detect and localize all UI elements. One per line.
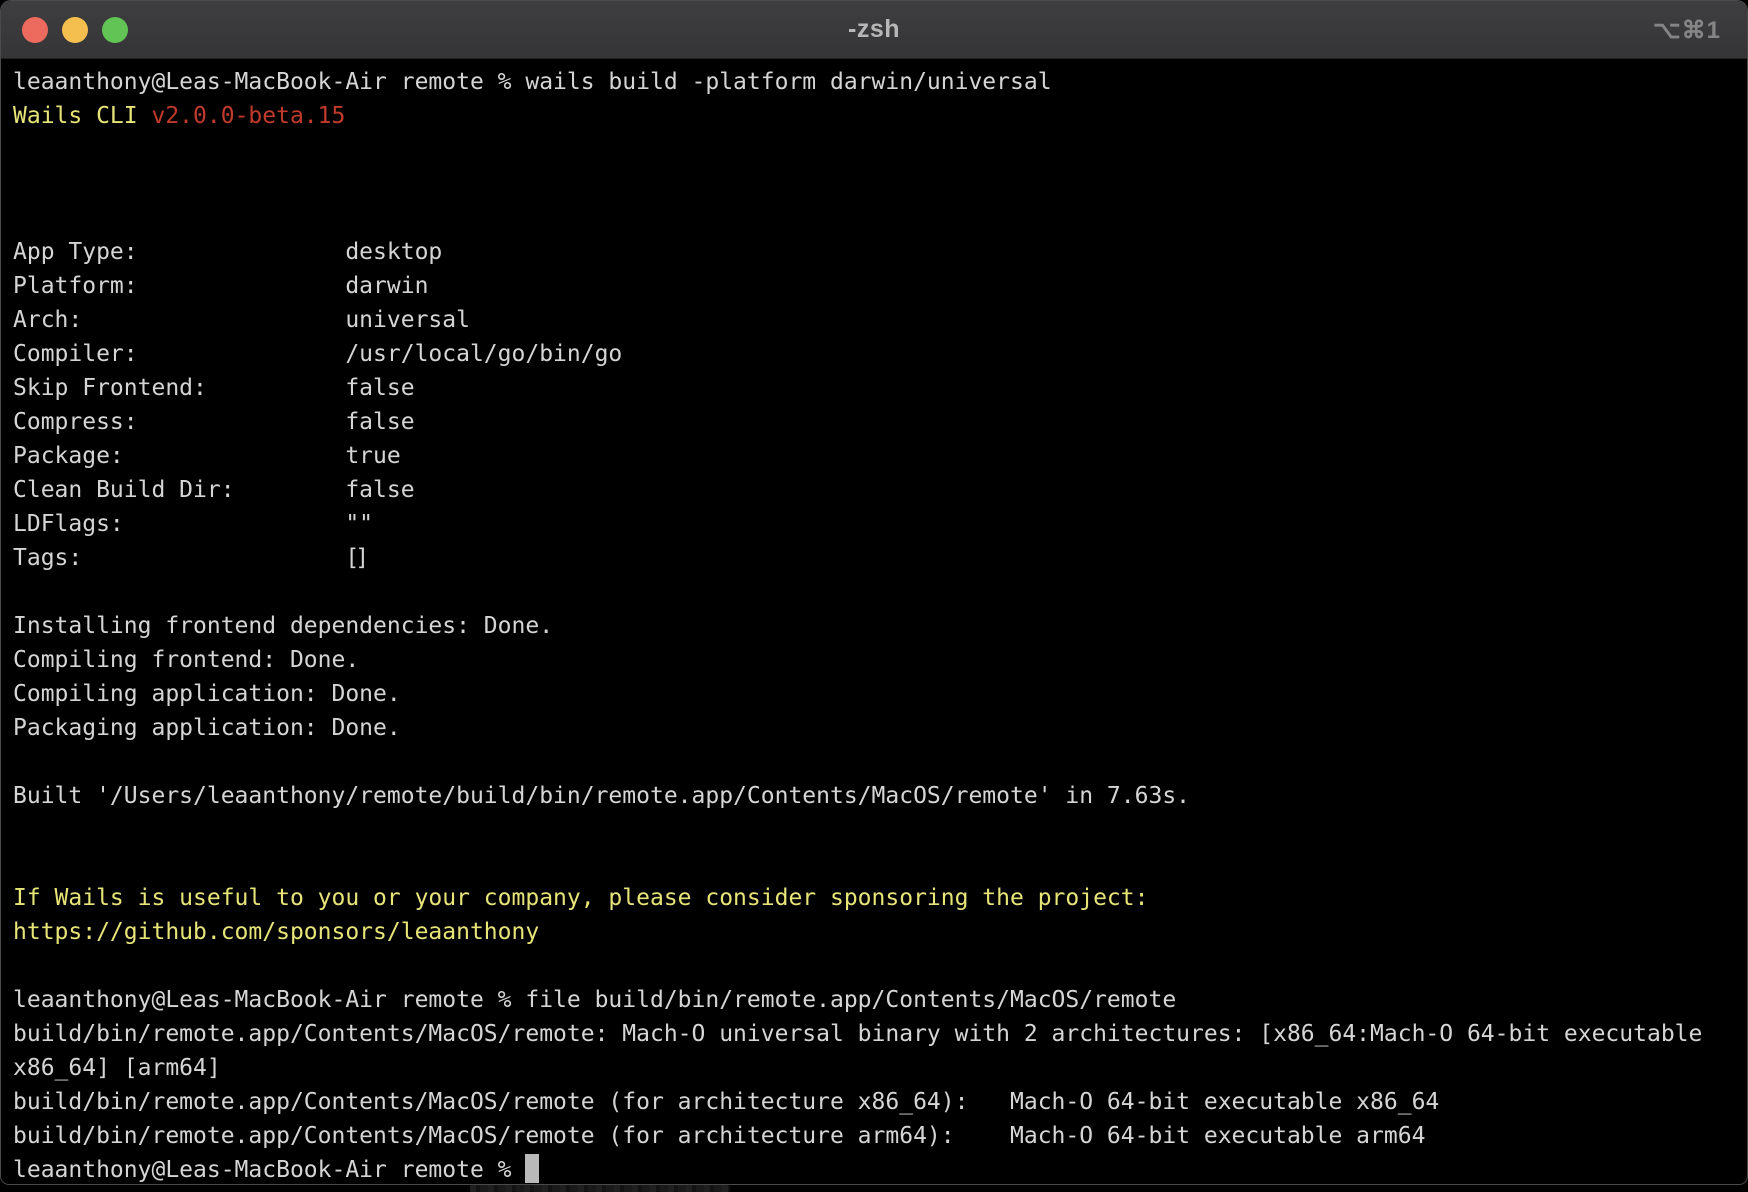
terminal-text-segment: build/bin/remote.app/Contents/MacOS/remo… (13, 1021, 1702, 1047)
terminal-text-segment: Built '/Users/leaanthony/remote/build/bi… (13, 783, 1190, 809)
terminal-window: -zsh ⌥⌘1 leaanthony@Leas-MacBook-Air rem… (0, 0, 1748, 1185)
minimize-button-icon[interactable] (62, 17, 88, 43)
terminal-text-segment: Compress: false (13, 409, 415, 435)
terminal-text-segment: leaanthony@Leas-MacBook-Air remote % fil… (13, 987, 1176, 1013)
terminal-line: Wails CLI v2.0.0-beta.15 (13, 99, 1747, 133)
terminal-line: https://github.com/sponsors/leaanthony (13, 915, 1747, 949)
terminal-line: Built '/Users/leaanthony/remote/build/bi… (13, 779, 1747, 813)
desktop: -zsh ⌥⌘1 leaanthony@Leas-MacBook-Air rem… (0, 0, 1748, 1192)
terminal-line: build/bin/remote.app/Contents/MacOS/remo… (13, 1119, 1747, 1153)
terminal-line (13, 949, 1747, 983)
terminal-line: Compiler: /usr/local/go/bin/go (13, 337, 1747, 371)
terminal-text-segment: Wails CLI (13, 103, 151, 129)
terminal-line (13, 167, 1747, 201)
terminal-text-segment: Clean Build Dir: false (13, 477, 415, 503)
terminal-line (13, 133, 1747, 167)
terminal-line: leaanthony@Leas-MacBook-Air remote % (13, 1153, 1747, 1185)
terminal-line: Compiling frontend: Done. (13, 643, 1747, 677)
terminal-line: Compiling application: Done. (13, 677, 1747, 711)
terminal-line: If Wails is useful to you or your compan… (13, 881, 1747, 915)
zoom-button-icon[interactable] (102, 17, 128, 43)
terminal-text-segment: leaanthony@Leas-MacBook-Air remote % wai… (13, 69, 1052, 95)
terminal-text-segment: build/bin/remote.app/Contents/MacOS/remo… (13, 1123, 1425, 1149)
terminal-line (13, 745, 1747, 779)
terminal-line (13, 201, 1747, 235)
terminal-line: Platform: darwin (13, 269, 1747, 303)
terminal-line: Installing frontend dependencies: Done. (13, 609, 1747, 643)
terminal-text-segment: If Wails is useful to you or your compan… (13, 885, 1148, 911)
terminal-text-segment: [] (345, 545, 369, 571)
terminal-line (13, 847, 1747, 881)
window-shortcut-badge: ⌥⌘1 (1653, 1, 1721, 59)
window-titlebar[interactable]: -zsh ⌥⌘1 (1, 1, 1747, 59)
terminal-text-segment: App Type: desktop (13, 239, 442, 265)
terminal-line: Clean Build Dir: false (13, 473, 1747, 507)
terminal-line: leaanthony@Leas-MacBook-Air remote % wai… (13, 65, 1747, 99)
terminal-text-segment: Compiling application: Done. (13, 681, 401, 707)
terminal-text-segment: build/bin/remote.app/Contents/MacOS/remo… (13, 1089, 1439, 1115)
terminal-text-segment: Packaging application: Done. (13, 715, 401, 741)
terminal-text-segment: Platform: darwin (13, 273, 428, 299)
terminal-line (13, 813, 1747, 847)
terminal-text-segment: Tags: (13, 545, 345, 571)
terminal-text-segment: Package: true (13, 443, 401, 469)
terminal-line: build/bin/remote.app/Contents/MacOS/remo… (13, 1017, 1747, 1051)
background-window-sliver (470, 1185, 730, 1192)
terminal-text-segment: https://github.com/sponsors/leaanthony (13, 919, 539, 945)
window-title: -zsh (1, 15, 1747, 44)
terminal-line: Arch: universal (13, 303, 1747, 337)
terminal-screen[interactable]: leaanthony@Leas-MacBook-Air remote % wai… (1, 60, 1747, 1184)
terminal-text-segment: v2.0.0-beta.15 (151, 103, 345, 129)
terminal-line: App Type: desktop (13, 235, 1747, 269)
terminal-line: Packaging application: Done. (13, 711, 1747, 745)
terminal-text-segment: x86_64] [arm64] (13, 1055, 221, 1081)
terminal-text-segment: Compiling frontend: Done. (13, 647, 359, 673)
terminal-text-segment: Installing frontend dependencies: Done. (13, 613, 553, 639)
terminal-text-segment: Arch: universal (13, 307, 470, 333)
terminal-text-segment: leaanthony@Leas-MacBook-Air remote % (13, 1157, 525, 1183)
traffic-lights (22, 1, 128, 59)
terminal-line: LDFlags: "" (13, 507, 1747, 541)
terminal-line: Tags: [] (13, 541, 1747, 575)
terminal-line: Package: true (13, 439, 1747, 473)
terminal-line: Skip Frontend: false (13, 371, 1747, 405)
terminal-line (13, 575, 1747, 609)
terminal-text-segment: Compiler: /usr/local/go/bin/go (13, 341, 622, 367)
terminal-line: x86_64] [arm64] (13, 1051, 1747, 1085)
terminal-text-segment: Skip Frontend: false (13, 375, 415, 401)
terminal-line: leaanthony@Leas-MacBook-Air remote % fil… (13, 983, 1747, 1017)
terminal-line: Compress: false (13, 405, 1747, 439)
close-button-icon[interactable] (22, 17, 48, 43)
terminal-text-segment: LDFlags: "" (13, 511, 373, 537)
terminal-line: build/bin/remote.app/Contents/MacOS/remo… (13, 1085, 1747, 1119)
terminal-cursor (525, 1154, 539, 1183)
